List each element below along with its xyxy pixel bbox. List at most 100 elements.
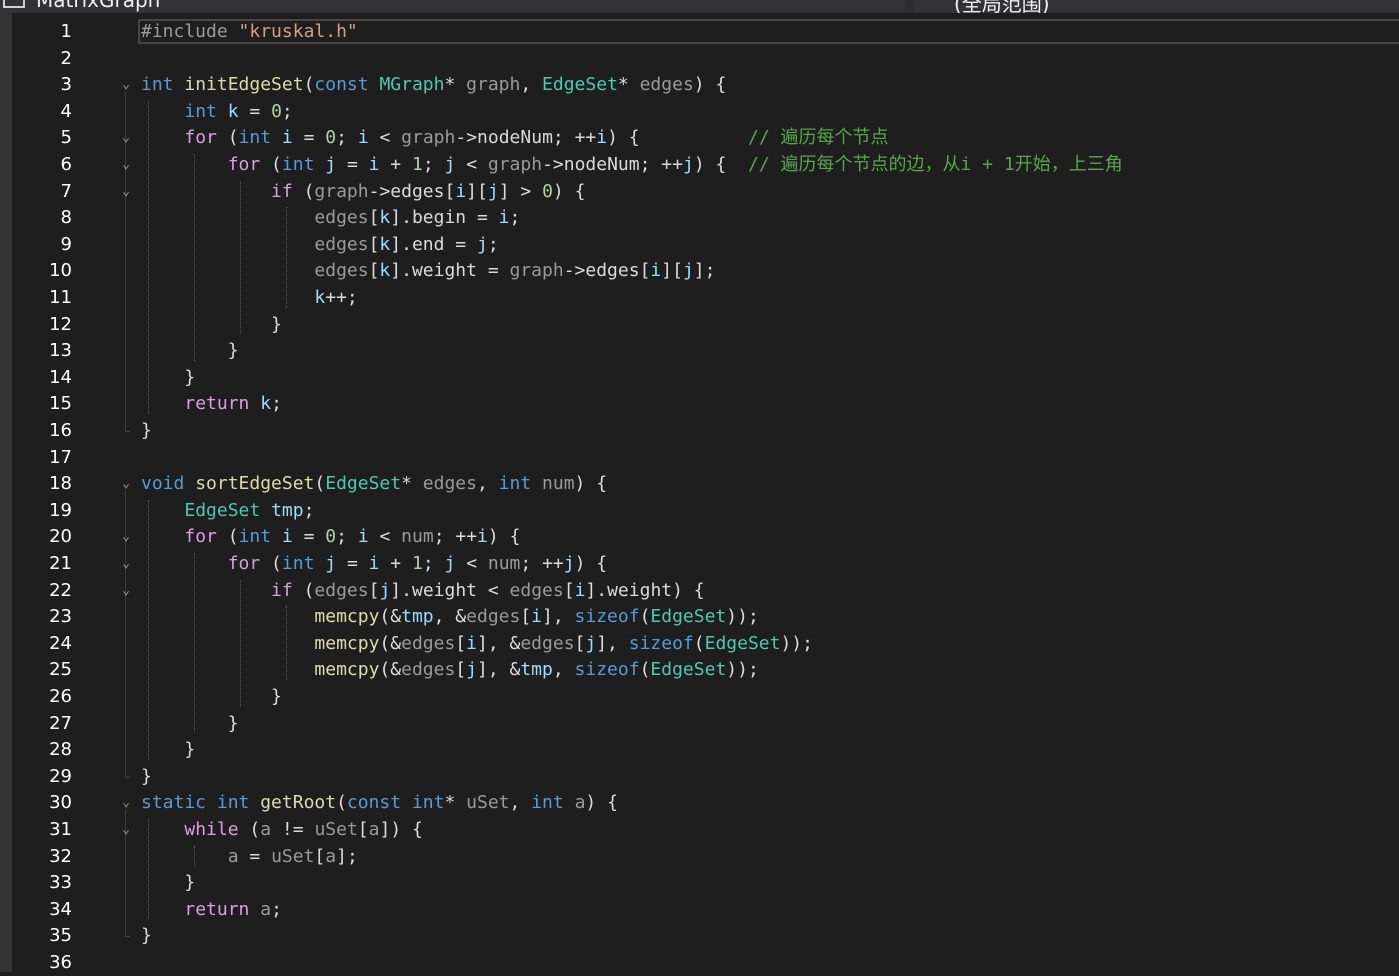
code-token: * [444, 792, 467, 814]
code-token: ][ [661, 260, 683, 282]
code-token: ], [596, 632, 629, 654]
code-token: a [260, 898, 272, 920]
collapse-chevron-icon[interactable]: ⌄ [119, 124, 133, 151]
code-line[interactable]: 3 ⌄ int initEdgeSet(const MGraph* graph, E… [0, 71, 1399, 98]
code-token: edges [509, 579, 564, 601]
code-line[interactable]: 32 a = uSet[a]; [0, 843, 1399, 870]
code-line[interactable]: 11 k++; [0, 284, 1399, 311]
code-line[interactable]: 23 memcpy(&tmp, &edges[i], sizeof(EdgeSe… [0, 603, 1399, 630]
line-number: 4 [60, 100, 72, 122]
code-token: sizeof [574, 606, 640, 628]
line-number: 35 [49, 925, 72, 947]
code-token: } [141, 872, 196, 894]
code-line[interactable]: 25 memcpy(&edges[j], &tmp, sizeof(EdgeSe… [0, 656, 1399, 683]
collapse-chevron-icon[interactable]: ⌄ [119, 71, 133, 98]
code-token: ) { [487, 526, 521, 548]
code-token: -> [368, 180, 391, 202]
code-editor[interactable]: 1 #include "kruskal.h" 2 3 ⌄ int initEdgeSet(… [0, 13, 1399, 973]
code-token: a [260, 819, 272, 840]
code-line[interactable]: 12 } [0, 311, 1399, 338]
code-line[interactable]: 19 EdgeSet tmp; [0, 497, 1399, 524]
code-token: [ [520, 606, 532, 628]
code-line[interactable]: 16} [0, 417, 1399, 444]
code-line[interactable]: 4 int k = 0; [0, 98, 1399, 125]
code-line[interactable]: 24 memcpy(&edges[i], &edges[j], sizeof(E… [0, 630, 1399, 657]
code-line[interactable]: 21 ⌄ for (int j = i + 1; j < num; ++j) { [0, 550, 1399, 577]
code-line[interactable]: 8 edges[k].begin = i; [0, 204, 1399, 231]
code-line[interactable]: 31 ⌄ while (a != uSet[a]) { [0, 816, 1399, 843]
code-token: ; ++ [520, 553, 564, 574]
code-token: graph [466, 74, 521, 96]
code-line[interactable]: 34 return a; [0, 896, 1399, 923]
code-token: for [184, 127, 217, 149]
collapse-chevron-icon[interactable]: ⌄ [119, 789, 133, 816]
code-line[interactable]: 6 ⌄ for (int j = i + 1; j < graph->nodeNu… [0, 151, 1399, 178]
code-token: while [184, 819, 239, 840]
project-dropdown[interactable]: MatrixGraph [0, 0, 905, 13]
code-comment: // 遍历每个节点 [748, 127, 889, 149]
code-token: for [227, 154, 261, 175]
code-line[interactable]: 13 } [0, 337, 1399, 364]
code-line[interactable]: 27 } [0, 710, 1399, 737]
code-line[interactable]: 1 #include "kruskal.h" [0, 18, 1399, 45]
code-line[interactable]: 15 return k; [0, 390, 1399, 417]
code-token: weight [411, 579, 478, 601]
code-line[interactable]: 28 } [0, 736, 1399, 763]
collapse-chevron-icon[interactable]: ⌄ [119, 178, 133, 205]
code-token: ]. [390, 207, 412, 229]
code-token: return [184, 898, 261, 920]
code-token: i [596, 127, 608, 149]
code-line[interactable]: 14 } [0, 364, 1399, 391]
code-token: ]. [585, 579, 608, 601]
collapse-chevron-icon[interactable]: ⌄ [119, 816, 133, 843]
code-line[interactable]: 7 ⌄ if (graph->edges[i][j] > 0) { [0, 178, 1399, 205]
code-token: if [271, 579, 293, 601]
code-line[interactable]: 35} [0, 922, 1399, 949]
code-token: a [227, 845, 239, 867]
code-token: ( [639, 606, 651, 628]
code-line[interactable]: 30 ⌄ static int getRoot(const int* uSet, i… [0, 789, 1399, 816]
code-token: )); [780, 632, 813, 654]
code-token: ; [487, 233, 499, 255]
collapse-chevron-icon[interactable]: ⌄ [119, 577, 133, 604]
line-number: 5 [60, 127, 72, 149]
collapse-chevron-icon[interactable]: ⌄ [119, 470, 133, 497]
line-number: 1 [60, 21, 72, 42]
code-line[interactable]: 22 ⌄ if (edges[j].weight < edges[i].weigh… [0, 577, 1399, 604]
code-token: edges [466, 606, 521, 628]
code-token: -> [455, 127, 478, 149]
collapse-chevron-icon[interactable]: ⌄ [119, 550, 133, 577]
code-token: [ [455, 632, 467, 654]
code-line[interactable]: 2 [0, 45, 1399, 72]
line-number: 22 [49, 579, 72, 601]
collapse-chevron-icon[interactable]: ⌄ [119, 523, 133, 550]
code-line[interactable]: 9 edges[k].end = j; [0, 231, 1399, 258]
code-line[interactable]: 29} [0, 763, 1399, 790]
code-token: edges [639, 74, 694, 96]
line-number: 34 [49, 898, 72, 920]
code-token: edges [314, 207, 369, 229]
code-token: < [368, 127, 402, 149]
code-token: j [325, 154, 337, 175]
code-token: ) { [693, 74, 727, 96]
code-token: < [455, 154, 488, 175]
scope-dropdown[interactable]: (全局范围) [914, 0, 1399, 13]
code-text: #include "kruskal.h" [141, 18, 358, 45]
code-token: ( [292, 180, 315, 202]
code-line[interactable]: 17 [0, 444, 1399, 471]
code-line[interactable]: 10 edges[k].weight = graph->edges[i][j]; [0, 257, 1399, 284]
collapse-chevron-icon[interactable]: ⌄ [119, 151, 133, 178]
code-line[interactable]: 26 } [0, 683, 1399, 710]
code-line[interactable]: 20 ⌄ for (int i = 0; i < num; ++i) { [0, 523, 1399, 550]
code-line[interactable]: 5 ⌄ for (int i = 0; i < graph->nodeNum; +… [0, 124, 1399, 151]
code-line[interactable]: 18 ⌄ void sortEdgeSet(EdgeSet* edges, int … [0, 470, 1399, 497]
code-token: [ [357, 819, 369, 840]
code-line[interactable]: 33 } [0, 869, 1399, 896]
code-token: } [141, 313, 282, 335]
code-token: } [141, 340, 239, 362]
code-token: edges [314, 233, 369, 255]
code-token: ( [639, 659, 651, 681]
